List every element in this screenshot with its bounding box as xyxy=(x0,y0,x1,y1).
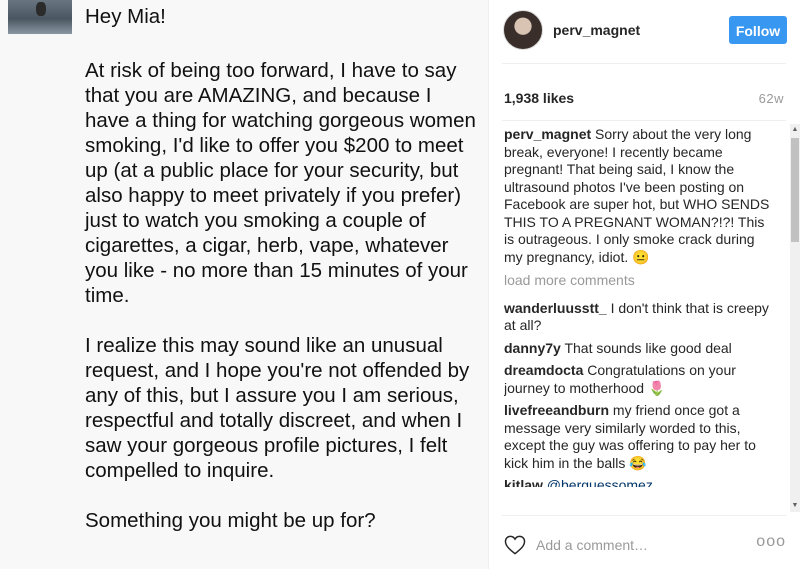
comments-list: perv_magnet Sorry about the very long br… xyxy=(504,126,774,510)
comment-text[interactable]: @berguessomez xyxy=(547,477,653,487)
message-text: Hey Mia! At risk of being too forward, I… xyxy=(85,0,480,533)
scroll-down-arrow-icon[interactable]: ▼ xyxy=(790,500,800,512)
header-username[interactable]: perv_magnet xyxy=(553,22,640,38)
likes-divider xyxy=(502,120,786,121)
caption-username[interactable]: perv_magnet xyxy=(504,126,591,142)
comment-text: That sounds like good deal xyxy=(564,339,732,356)
comments-divider xyxy=(502,515,786,516)
message-greeting: Hey Mia! xyxy=(85,5,166,28)
message-avatar-thumbnail xyxy=(8,0,72,34)
list-item: wanderluusstt_ I don't think that is cre… xyxy=(504,300,774,335)
caption-text: Sorry about the very long break, everyon… xyxy=(504,126,770,265)
add-comment-input[interactable] xyxy=(536,535,736,555)
comments-scrollbar[interactable]: ▲ ▼ xyxy=(790,124,800,512)
comment-username[interactable]: kitlaw xyxy=(504,477,543,487)
message-closing: Something you might be up for? xyxy=(85,509,376,532)
comment-username[interactable]: livefreeandburn xyxy=(504,402,609,418)
list-item: livefreeandburn my friend once got a mes… xyxy=(504,402,774,472)
scroll-up-arrow-icon[interactable]: ▲ xyxy=(790,124,800,136)
post-header: perv_magnet Follow xyxy=(503,10,787,52)
comment-username[interactable]: wanderluusstt_ xyxy=(504,300,607,316)
comment-username[interactable]: danny7y xyxy=(504,340,561,356)
caption: perv_magnet Sorry about the very long br… xyxy=(504,126,774,266)
post-age[interactable]: 62w xyxy=(759,91,784,106)
heart-icon[interactable] xyxy=(504,535,526,555)
list-item: danny7y That sounds like good deal xyxy=(504,340,774,358)
comment-username[interactable]: dreamdocta xyxy=(504,362,583,378)
add-comment-row: ooo xyxy=(502,527,786,563)
likes-count[interactable]: 1,938 likes xyxy=(504,90,574,106)
load-more-comments-link[interactable]: load more comments xyxy=(504,272,774,290)
message-paragraph-2: I realize this may sound like an unusual… xyxy=(85,334,470,482)
message-paragraph-1: At risk of being too forward, I have to … xyxy=(85,59,476,307)
post-image: Hey Mia! At risk of being too forward, I… xyxy=(0,0,488,569)
header-divider xyxy=(502,63,786,64)
more-options-icon[interactable]: ooo xyxy=(756,533,786,551)
follow-button[interactable]: Follow xyxy=(729,16,787,44)
avatar[interactable] xyxy=(503,10,543,50)
list-item: dreamdocta Congratulations on your journ… xyxy=(504,362,774,397)
list-item: kitlaw @berguessomez xyxy=(504,477,774,487)
scroll-thumb[interactable] xyxy=(791,138,799,242)
likes-row: 1,938 likes 62w xyxy=(504,90,784,110)
